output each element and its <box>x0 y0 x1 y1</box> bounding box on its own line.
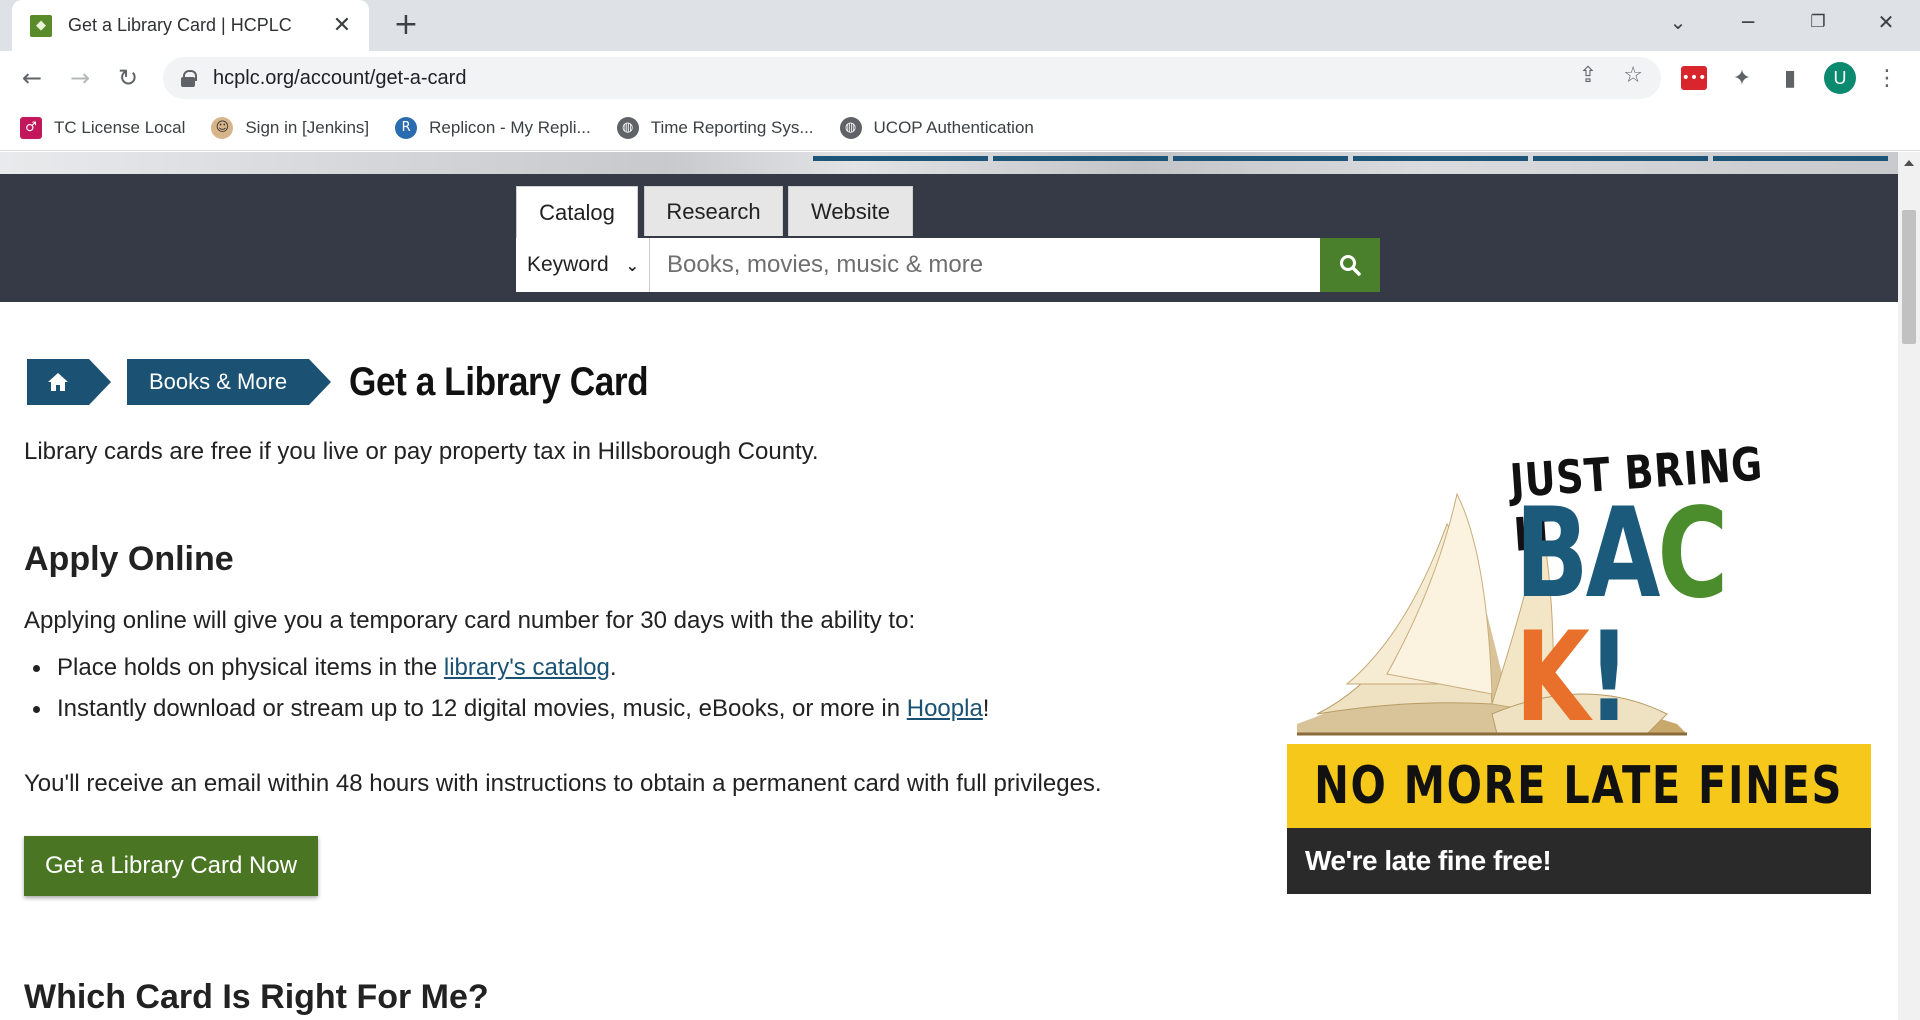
promo-letter: C <box>1657 482 1728 626</box>
search-type-select[interactable]: Keyword ⌄ <box>516 238 650 292</box>
promo-letter: K <box>1515 606 1590 750</box>
new-tab-button[interactable]: + <box>388 8 424 44</box>
hero-nav-bar <box>1533 156 1708 161</box>
reload-button[interactable]: ↻ <box>110 60 146 96</box>
apply-text: Applying online will give you a temporar… <box>24 607 916 634</box>
hero-nav-bar <box>813 156 988 161</box>
globe-icon: ◍ <box>616 116 639 139</box>
extensions-puzzle-icon[interactable]: ✦ <box>1728 64 1756 92</box>
promo-caption[interactable]: We're late fine free! <box>1287 828 1871 894</box>
scroll-up-arrow-icon[interactable] <box>1904 160 1914 166</box>
lock-icon <box>181 69 197 87</box>
browser-tab[interactable]: ◆ Get a Library Card | HCPLC ✕ <box>12 0 369 51</box>
search-bar: Keyword ⌄ <box>516 238 1380 292</box>
hero-image-strip <box>0 152 1898 174</box>
bookmark-label: Replicon - My Repli... <box>429 117 591 137</box>
forward-button[interactable]: → <box>62 60 98 96</box>
bookmark-label: Sign in [Jenkins] <box>245 117 370 137</box>
chevron-down-icon: ⌄ <box>625 255 639 275</box>
share-icon[interactable]: ⇪ <box>1579 63 1597 88</box>
tab-search-chevron-icon[interactable]: ⌄ <box>1650 0 1706 44</box>
list-item: Place holds on physical items in the lib… <box>32 654 989 682</box>
promo-letter: B <box>1515 482 1589 626</box>
search-icon <box>1340 255 1361 276</box>
close-tab-icon[interactable]: ✕ <box>329 13 355 38</box>
tc-icon: ♂ <box>20 116 42 139</box>
bookmark-jenkins[interactable]: ☺ Sign in [Jenkins] <box>211 116 370 139</box>
minimize-button[interactable]: ─ <box>1720 0 1776 44</box>
bookmark-tc-license[interactable]: ♂ TC License Local <box>20 116 186 139</box>
apply-online-heading: Apply Online <box>24 540 234 578</box>
intro-text: Library cards are free if you live or pa… <box>24 438 819 465</box>
promo-letter: ! <box>1586 606 1631 750</box>
breadcrumb-books-more[interactable]: Books & More <box>127 359 332 405</box>
globe-icon: ◍ <box>839 116 862 139</box>
bookmark-time-reporting[interactable]: ◍ Time Reporting Sys... <box>616 116 814 139</box>
hoopla-link[interactable]: Hoopla <box>907 695 983 722</box>
breadcrumb: Books & More Get a Library Card <box>27 342 689 422</box>
close-window-button[interactable]: ✕ <box>1858 0 1914 44</box>
chrome-menu-icon[interactable]: ⋮ <box>1873 64 1901 92</box>
promo-letter: A <box>1585 482 1661 626</box>
restore-button[interactable]: ❐ <box>1790 0 1846 44</box>
hero-nav-bar <box>1353 156 1528 161</box>
breadcrumb-home[interactable] <box>27 359 111 405</box>
hero-nav-bar <box>1173 156 1348 161</box>
get-library-card-button[interactable]: Get a Library Card Now <box>24 836 318 896</box>
benefit-punct: . <box>609 654 617 681</box>
browser-window: ◆ Get a Library Card | HCPLC ✕ + ⌄ ─ ❐ ✕… <box>0 0 1920 1020</box>
search-input[interactable] <box>650 238 1320 292</box>
url-text: hcplc.org/account/get-a-card <box>213 66 467 89</box>
tab-website[interactable]: Website <box>788 186 913 236</box>
bookmark-label: TC License Local <box>54 117 186 137</box>
back-button[interactable]: ← <box>14 60 50 96</box>
side-panel-icon[interactable]: ▮ <box>1776 64 1804 92</box>
page-scrollbar[interactable] <box>1898 152 1920 1020</box>
hcplc-favicon-icon: ◆ <box>30 14 52 37</box>
promo-banner: NO MORE LATE FINES <box>1287 744 1871 828</box>
bookmark-replicon[interactable]: R Replicon - My Repli... <box>395 116 591 139</box>
benefits-list: Place holds on physical items in the lib… <box>32 654 990 736</box>
page-title: Get a Library Card <box>349 359 649 404</box>
hero-nav-bar <box>993 156 1168 161</box>
bookmark-ucop[interactable]: ◍ UCOP Authentication <box>839 116 1034 139</box>
tab-catalog[interactable]: Catalog <box>516 186 638 238</box>
profile-avatar[interactable]: U <box>1824 62 1856 94</box>
promo-banner-text: NO MORE LATE FINES <box>1314 756 1844 816</box>
tab-strip: ◆ Get a Library Card | HCPLC ✕ + ⌄ ─ ❐ ✕ <box>0 0 1920 51</box>
lastpass-extension-icon[interactable]: ••• <box>1681 66 1707 90</box>
benefit-text: Instantly download or stream up to 12 di… <box>57 695 907 722</box>
page-content: Catalog Research Website Keyword ⌄ Books… <box>0 152 1898 1020</box>
replicon-icon: R <box>395 116 418 139</box>
search-type-value: Keyword <box>527 253 609 276</box>
hero-nav-bar <box>1713 156 1888 161</box>
browser-toolbar: ← → ↻ hcplc.org/account/get-a-card ⇪ ☆ •… <box>0 51 1920 105</box>
search-band: Catalog Research Website Keyword ⌄ <box>0 174 1898 302</box>
tab-research[interactable]: Research <box>644 186 783 236</box>
which-card-heading: Which Card Is Right For Me? <box>24 978 489 1016</box>
catalog-link[interactable]: library's catalog <box>444 654 610 681</box>
bookmark-star-icon[interactable]: ☆ <box>1623 63 1643 88</box>
tab-title: Get a Library Card | HCPLC <box>68 15 292 35</box>
scrollbar-thumb[interactable] <box>1902 210 1916 344</box>
list-item: Instantly download or stream up to 12 di… <box>32 695 990 723</box>
home-icon <box>48 373 68 391</box>
search-button[interactable] <box>1320 238 1380 292</box>
late-fines-promo[interactable]: JUST BRING IT BACK! NO MORE LATE FINES W… <box>1287 434 1871 894</box>
email-text: You'll receive an email within 48 hours … <box>24 770 1102 797</box>
promo-back-word: BACK! <box>1515 492 1793 740</box>
bookmark-label: Time Reporting Sys... <box>650 117 814 137</box>
benefit-text: Place holds on physical items in the <box>57 654 444 681</box>
address-bar[interactable]: hcplc.org/account/get-a-card ⇪ ☆ <box>163 57 1661 99</box>
benefit-punct: ! <box>982 695 990 722</box>
jenkins-icon: ☺ <box>211 116 234 139</box>
bookmarks-bar: ♂ TC License Local ☺ Sign in [Jenkins] R… <box>0 105 1920 151</box>
bookmark-label: UCOP Authentication <box>873 117 1034 137</box>
